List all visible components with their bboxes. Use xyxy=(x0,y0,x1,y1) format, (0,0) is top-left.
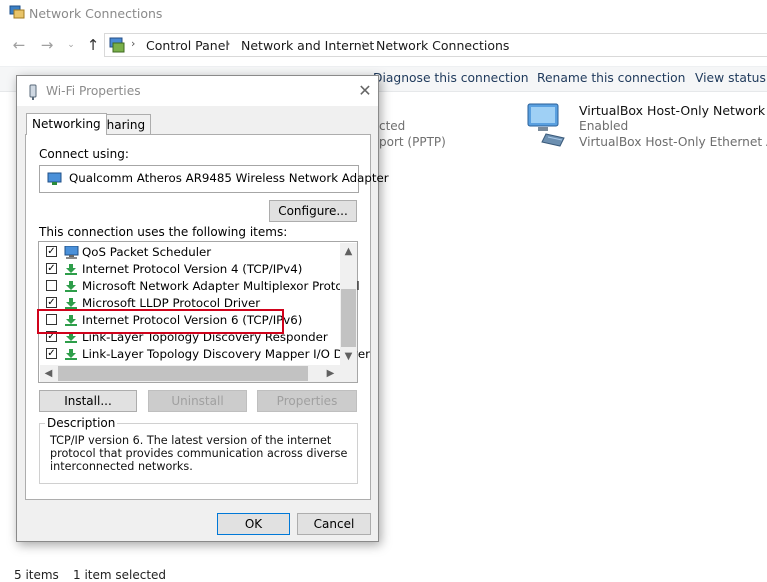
install-button[interactable]: Install... xyxy=(39,390,137,412)
uninstall-button[interactable]: Uninstall xyxy=(148,390,247,412)
scroll-up-icon[interactable]: ▲ xyxy=(340,243,357,260)
adapter-device: VirtualBox Host-Only Ethernet Ad... xyxy=(579,135,767,149)
item-checkbox[interactable] xyxy=(46,280,57,291)
breadcrumb-separator-icon: › xyxy=(131,37,136,50)
tab-networking[interactable]: Networking xyxy=(26,113,107,135)
status-items-count: 5 items xyxy=(14,568,59,582)
description-text: TCP/IP version 6. The latest version of … xyxy=(50,434,348,473)
status-selected: 1 item selected xyxy=(73,568,167,582)
breadcrumb-control-panel[interactable]: Control Panel xyxy=(146,38,229,53)
network-adapter-icon xyxy=(527,103,565,147)
breadcrumb-separator-icon: › xyxy=(226,37,231,50)
breadcrumb-separator-icon: › xyxy=(361,37,366,50)
connect-using-label: Connect using: xyxy=(39,147,129,161)
list-horizontal-scrollbar[interactable]: ◀ ▶ xyxy=(40,365,357,382)
description-title: Description xyxy=(45,416,118,430)
network-folder-icon xyxy=(9,4,25,20)
scrollbar-thumb[interactable] xyxy=(341,289,356,347)
address-bar[interactable]: › Control Panel › Network and Internet ›… xyxy=(104,33,767,57)
wifi-adapter-icon xyxy=(26,84,40,100)
list-item[interactable]: ✓ QoS Packet Scheduler xyxy=(39,244,339,261)
item-label: Microsoft Network Adapter Multiplexor Pr… xyxy=(82,279,360,293)
up-arrow-icon[interactable]: ↑ xyxy=(84,36,102,54)
items-label: This connection uses the following items… xyxy=(39,225,288,239)
forward-arrow-icon[interactable]: → xyxy=(38,36,56,54)
list-item[interactable]: ✓ Internet Protocol Version 4 (TCP/IPv4) xyxy=(39,261,339,278)
item-checkbox[interactable]: ✓ xyxy=(46,263,57,274)
back-arrow-icon[interactable]: ← xyxy=(10,36,28,54)
explorer-title: Network Connections xyxy=(29,6,163,21)
partial-connection-status: cted xyxy=(379,119,406,133)
rename-connection-button[interactable]: Rename this connection xyxy=(537,71,685,85)
partial-connection-device: port (PPTP) xyxy=(379,135,446,149)
properties-button[interactable]: Properties xyxy=(257,390,357,412)
qos-icon xyxy=(64,245,79,259)
list-item[interactable]: ✓ Link-Layer Topology Discovery Mapper I… xyxy=(39,346,370,363)
list-item[interactable]: Microsoft Network Adapter Multiplexor Pr… xyxy=(39,278,360,295)
control-panel-icon xyxy=(109,37,125,53)
list-vertical-scrollbar[interactable]: ▲ ▼ xyxy=(340,243,357,365)
breadcrumb-network-internet[interactable]: Network and Internet xyxy=(241,38,374,53)
adapter-item[interactable] xyxy=(524,100,570,148)
adapter-name: VirtualBox Host-Only Network xyxy=(579,103,766,118)
explorer-titlebar: Network Connections xyxy=(0,0,767,26)
breadcrumb-network-connections[interactable]: Network Connections xyxy=(376,38,509,53)
scroll-right-icon[interactable]: ▶ xyxy=(322,365,339,382)
item-label: QoS Packet Scheduler xyxy=(82,245,212,259)
explorer-nav: ← → ⌄ ↑ › Control Panel › Network and In… xyxy=(0,30,767,60)
ipv6-highlight-box xyxy=(37,309,284,334)
network-card-icon xyxy=(47,172,63,186)
close-icon[interactable]: ✕ xyxy=(355,81,375,101)
recent-dropdown-icon[interactable]: ⌄ xyxy=(62,36,80,54)
ok-button[interactable]: OK xyxy=(217,513,290,535)
scroll-down-icon[interactable]: ▼ xyxy=(340,348,357,365)
item-label: Microsoft LLDP Protocol Driver xyxy=(82,296,261,310)
protocol-icon xyxy=(64,348,78,361)
item-label: Internet Protocol Version 4 (TCP/IPv4) xyxy=(82,262,303,276)
item-checkbox[interactable]: ✓ xyxy=(46,297,57,308)
diagnose-connection-button[interactable]: Diagnose this connection xyxy=(373,71,529,85)
scrollbar-thumb[interactable] xyxy=(58,366,308,381)
protocol-icon xyxy=(64,280,78,293)
scroll-left-icon[interactable]: ◀ xyxy=(40,365,57,382)
view-status-button[interactable]: View status of xyxy=(695,71,767,85)
protocol-icon xyxy=(64,263,78,276)
dialog-title: Wi-Fi Properties xyxy=(46,84,141,98)
adapter-status: Enabled xyxy=(579,119,629,133)
item-label: Link-Layer Topology Discovery Mapper I/O… xyxy=(82,347,370,361)
adapter-field: Qualcomm Atheros AR9485 Wireless Network… xyxy=(39,165,389,193)
adapter-name-text: Qualcomm Atheros AR9485 Wireless Network… xyxy=(69,171,389,185)
dialog-titlebar[interactable]: Wi-Fi Properties ✕ xyxy=(17,76,378,106)
item-checkbox[interactable]: ✓ xyxy=(46,246,57,257)
item-checkbox[interactable]: ✓ xyxy=(46,348,57,359)
cancel-button[interactable]: Cancel xyxy=(297,513,371,535)
configure-button[interactable]: Configure... xyxy=(269,200,357,222)
